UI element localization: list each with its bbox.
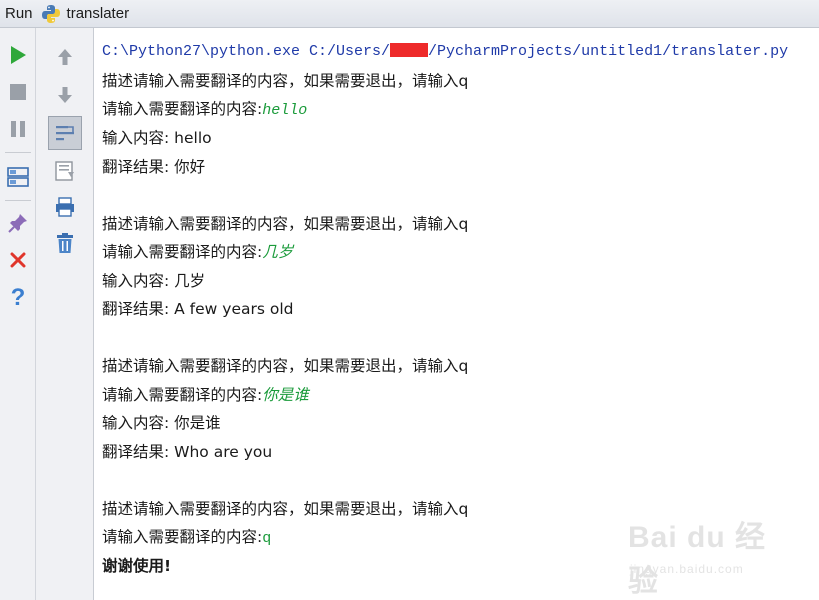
user-input: 你是谁 — [262, 386, 309, 404]
watermark-url: jingyan.baidu.com — [630, 562, 744, 576]
prompt-line: 请输入需要翻译的内容:hello — [102, 96, 307, 122]
watermark-logo: Bai du 经验 — [628, 521, 767, 598]
command-prefix: C:\Python27\python.exe C:/Users/ — [102, 43, 391, 60]
command-line: C:\Python27\python.exe C:/Users/ /Pycharm… — [102, 39, 788, 65]
stop-icon[interactable] — [3, 77, 33, 107]
baidu-watermark: Bai du 经验 jingyan.baidu.com — [628, 512, 788, 598]
result-line: 翻译结果: Who are you — [102, 443, 273, 461]
run-label: Run — [5, 5, 33, 22]
result-line: 翻译结果: A few years old — [102, 300, 294, 318]
python-icon — [41, 4, 61, 24]
user-input: hello — [262, 102, 308, 119]
description-line: 描述请输入需要翻译的内容，如果需要退出，请输入q — [102, 215, 469, 233]
description-line: 描述请输入需要翻译的内容，如果需要退出，请输入q — [102, 357, 469, 375]
result-line: 翻译结果: 你好 — [102, 158, 206, 176]
run-config-tab[interactable]: translater — [67, 5, 130, 22]
run-icon[interactable] — [3, 40, 33, 70]
close-icon[interactable] — [3, 245, 33, 275]
help-icon[interactable]: ? — [3, 283, 33, 313]
up-arrow-icon[interactable] — [50, 42, 80, 72]
echo-line: 输入内容: 几岁 — [102, 272, 206, 290]
prompt-line: 请输入需要翻译的内容:你是谁 — [102, 382, 309, 408]
description-line: 描述请输入需要翻译的内容，如果需要退出，请输入q — [102, 500, 469, 518]
prompt-text: 请输入需要翻译的内容: — [102, 243, 263, 261]
run-tool-window-header: Run translater — [0, 0, 819, 28]
prompt-line: 请输入需要翻译的内容:q — [102, 524, 271, 550]
run-toolbar: ? — [0, 28, 36, 600]
toolbar-separator — [5, 200, 31, 201]
down-arrow-icon[interactable] — [50, 80, 80, 110]
user-input: 几岁 — [262, 243, 294, 261]
layout-icon[interactable] — [3, 162, 33, 192]
command-suffix: /PycharmProjects/untitled1/translater.py — [428, 43, 789, 60]
trash-icon[interactable] — [50, 228, 80, 258]
console-toolbar — [36, 28, 94, 600]
farewell-line: 谢谢使用! — [102, 557, 172, 575]
redacted-username — [390, 43, 429, 58]
prompt-text: 请输入需要翻译的内容: — [102, 528, 263, 546]
prompt-line: 请输入需要翻译的内容:几岁 — [102, 239, 293, 265]
user-input: q — [262, 530, 272, 547]
print-icon[interactable] — [50, 192, 80, 222]
pin-icon[interactable] — [3, 208, 33, 238]
toolbar-separator — [5, 152, 31, 153]
description-line: 描述请输入需要翻译的内容，如果需要退出，请输入q — [102, 72, 469, 90]
soft-wrap-icon[interactable] — [48, 116, 82, 150]
echo-line: 输入内容: 你是谁 — [102, 414, 221, 432]
pause-icon[interactable] — [3, 114, 33, 144]
prompt-text: 请输入需要翻译的内容: — [102, 386, 263, 404]
prompt-text: 请输入需要翻译的内容: — [102, 100, 263, 118]
echo-line: 输入内容: hello — [102, 129, 212, 147]
scroll-to-end-icon[interactable] — [50, 156, 80, 186]
